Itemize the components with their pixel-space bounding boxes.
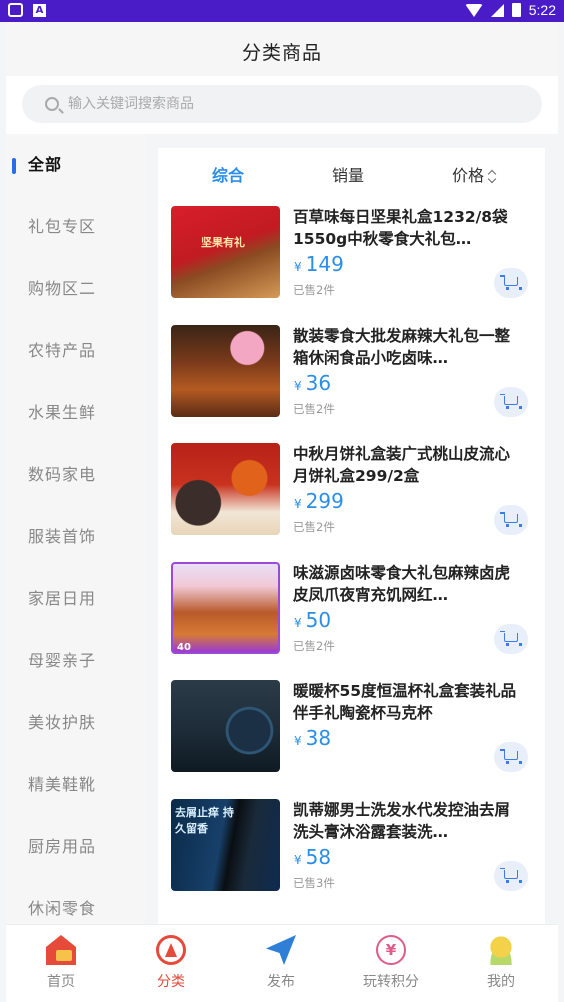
sort-tab-sales[interactable]: 销量 <box>332 162 364 186</box>
sidebar-item-gift-packs[interactable]: 礼包专区 <box>6 196 146 258</box>
sort-tab-overall[interactable]: 综合 <box>212 162 244 186</box>
sidebar-item-electronics[interactable]: 数码家电 <box>6 444 146 506</box>
product-panel: 综合 销量 价格 坚果有礼 百草味每日坚果礼盒1232/8袋1550g中秋零食大… <box>158 148 545 924</box>
sidebar-item-shopping-zone-2[interactable]: 购物区二 <box>6 258 146 320</box>
status-time: 5:22 <box>528 2 556 18</box>
add-to-cart-button[interactable] <box>494 386 528 417</box>
sidebar-item-kitchen[interactable]: 厨房用品 <box>6 816 146 878</box>
tab-publish[interactable]: 发布 <box>226 925 336 1002</box>
product-name[interactable]: 散装零食大批发麻辣大礼包一整箱休闲食品小吃卤味… <box>293 325 525 369</box>
tab-category[interactable]: 分类 <box>116 925 226 1002</box>
product-card[interactable]: 散装零食大批发麻辣大礼包一整箱休闲食品小吃卤味… ¥36 已售2件 <box>158 317 545 436</box>
page-title: 分类商品 <box>241 42 322 64</box>
tab-label: 分类 <box>157 974 185 990</box>
bottom-tab-bar: 首页 分类 发布 ¥ 玩转积分 我的 <box>6 924 558 1002</box>
battery-icon <box>511 3 521 17</box>
product-image-tag: 去屑止痒 持久留香 <box>175 805 234 835</box>
tab-profile[interactable]: 我的 <box>446 925 556 1002</box>
search-box[interactable] <box>22 85 542 123</box>
product-image[interactable]: 坚果有礼 <box>171 206 280 298</box>
product-image[interactable] <box>171 443 280 535</box>
cart-icon <box>500 867 522 883</box>
sidebar-item-shoes[interactable]: 精美鞋靴 <box>6 754 146 816</box>
product-image-tag: 40 <box>177 641 191 653</box>
wifi-icon <box>464 3 483 17</box>
cart-icon <box>500 393 522 409</box>
product-price: ¥50 <box>294 607 332 632</box>
product-price: ¥149 <box>294 252 344 276</box>
cart-icon <box>500 630 522 646</box>
sort-tab-price[interactable]: 价格 <box>452 162 498 186</box>
product-price: ¥38 <box>294 726 332 750</box>
product-price: ¥58 <box>294 844 332 869</box>
signal-icon <box>490 3 504 17</box>
page-header: 分类商品 <box>6 22 558 76</box>
search-bar <box>6 76 558 134</box>
sidebar-item-home-goods[interactable]: 家居日用 <box>6 568 146 630</box>
product-name[interactable]: 中秋月饼礼盒装广式桃山皮流心月饼礼盒299/2盒 <box>293 443 525 487</box>
product-list: 坚果有礼 百草味每日坚果礼盒1232/8袋1550g中秋零食大礼包… ¥149 … <box>158 198 545 909</box>
sort-bar: 综合 销量 价格 <box>158 148 545 198</box>
add-to-cart-button[interactable] <box>494 268 528 298</box>
add-to-cart-button[interactable] <box>494 742 528 772</box>
sidebar-item-apparel-jewelry[interactable]: 服装首饰 <box>6 506 146 568</box>
sidebar-item-all[interactable]: 全部 <box>6 134 146 196</box>
sidebar-item-fresh-fruit[interactable]: 水果生鲜 <box>6 382 146 444</box>
cart-icon <box>500 512 522 527</box>
product-sold-count: 已售2件 <box>293 520 335 534</box>
product-image[interactable]: 40 <box>171 561 280 654</box>
product-image[interactable] <box>171 324 280 417</box>
sidebar-item-snacks[interactable]: 休闲零食 <box>6 878 146 924</box>
product-card[interactable]: 坚果有礼 百草味每日坚果礼盒1232/8袋1550g中秋零食大礼包… ¥149 … <box>158 198 545 317</box>
status-bar: A 5:22 <box>0 0 564 22</box>
product-card[interactable]: 中秋月饼礼盒装广式桃山皮流心月饼礼盒299/2盒 ¥299 已售2件 <box>158 435 545 554</box>
product-price: ¥299 <box>294 489 344 513</box>
a-notification-icon: A <box>33 3 46 17</box>
product-card[interactable]: 暖暖杯55度恒温杯礼盒套装礼品伴手礼陶瓷杯马克杯 ¥38 <box>158 672 545 791</box>
product-price: ¥36 <box>294 370 332 395</box>
sidebar-item-mother-baby[interactable]: 母婴亲子 <box>6 630 146 692</box>
sidebar-item-agri-specialties[interactable]: 农特产品 <box>6 320 146 382</box>
tab-points[interactable]: ¥ 玩转积分 <box>336 925 446 1002</box>
sort-arrows-icon <box>488 170 498 184</box>
product-image-tag: 坚果有礼 <box>201 236 245 249</box>
product-sold-count: 已售3件 <box>293 875 335 890</box>
category-icon <box>156 935 186 965</box>
product-image[interactable] <box>171 680 280 772</box>
cart-icon <box>500 275 522 290</box>
product-card[interactable]: 去屑止痒 持久留香 凯蒂娜男士洗发水代发控油去屑洗头膏沐浴露套装洗… ¥58 已… <box>158 791 545 910</box>
product-name[interactable]: 暖暖杯55度恒温杯礼盒套装礼品伴手礼陶瓷杯马克杯 <box>293 680 525 724</box>
profile-icon <box>486 935 516 965</box>
add-to-cart-button[interactable] <box>494 860 528 891</box>
paper-plane-icon <box>266 935 296 965</box>
cart-icon <box>500 749 522 764</box>
product-card[interactable]: 40 味滋源卤味零食大礼包麻辣卤虎皮凤爪夜宵充饥网红… ¥50 已售2件 <box>158 554 545 673</box>
search-icon <box>45 97 59 111</box>
points-icon: ¥ <box>376 935 406 965</box>
tab-label: 玩转积分 <box>363 974 419 990</box>
tab-label: 我的 <box>487 974 515 990</box>
category-sidebar: 全部 礼包专区 购物区二 农特产品 水果生鲜 数码家电 服装首饰 家居日用 母婴… <box>6 134 146 924</box>
product-name[interactable]: 凯蒂娜男士洗发水代发控油去屑洗头膏沐浴露套装洗… <box>293 799 525 843</box>
product-image[interactable]: 去屑止痒 持久留香 <box>171 798 280 891</box>
sort-tab-price-label: 价格 <box>452 166 485 185</box>
add-to-cart-button[interactable] <box>494 623 528 654</box>
product-sold-count: 已售2件 <box>293 283 335 297</box>
tab-label: 发布 <box>267 974 295 990</box>
home-icon <box>46 935 76 965</box>
tab-home[interactable]: 首页 <box>6 925 116 1002</box>
app-notification-icon <box>8 3 23 17</box>
sidebar-item-beauty[interactable]: 美妆护肤 <box>6 692 146 754</box>
search-input[interactable] <box>68 85 528 123</box>
tab-label: 首页 <box>47 974 75 990</box>
product-sold-count: 已售2件 <box>293 638 335 653</box>
product-name[interactable]: 百草味每日坚果礼盒1232/8袋1550g中秋零食大礼包… <box>293 206 525 250</box>
add-to-cart-button[interactable] <box>494 505 528 535</box>
product-sold-count: 已售2件 <box>293 401 335 416</box>
product-name[interactable]: 味滋源卤味零食大礼包麻辣卤虎皮凤爪夜宵充饥网红… <box>293 562 525 606</box>
